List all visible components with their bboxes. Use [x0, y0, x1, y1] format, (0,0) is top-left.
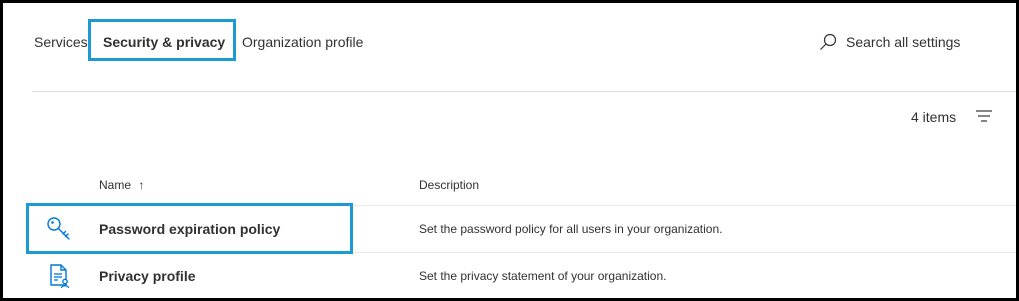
view-options-icon[interactable]: [975, 108, 993, 124]
search-all-settings-button[interactable]: Search all settings: [819, 32, 960, 52]
search-label: Search all settings: [846, 34, 961, 50]
tab-organization-profile[interactable]: Organization profile: [242, 32, 363, 52]
search-icon: [820, 33, 837, 50]
row-highlight: [26, 203, 353, 254]
list-row-privacy-profile[interactable]: Privacy profile Set the privacy statemen…: [32, 253, 1016, 298]
row-description: Set the password policy for all users in…: [419, 222, 723, 236]
sort-ascending-icon: ↑: [138, 178, 145, 192]
row-name: Privacy profile: [99, 268, 196, 284]
row-description: Set the privacy statement of your organi…: [419, 269, 667, 283]
settings-frame: Services Security & privacy Organization…: [0, 0, 1019, 301]
privacy-document-icon: [50, 264, 70, 289]
active-tab-highlight: [88, 19, 236, 61]
tab-services[interactable]: Services: [34, 32, 88, 52]
item-count: 4 items: [911, 109, 957, 125]
column-header-name[interactable]: Name ↑: [99, 177, 144, 193]
header-divider: [32, 91, 1016, 92]
column-name-label: Name: [99, 178, 132, 192]
column-header-description: Description: [419, 178, 480, 192]
